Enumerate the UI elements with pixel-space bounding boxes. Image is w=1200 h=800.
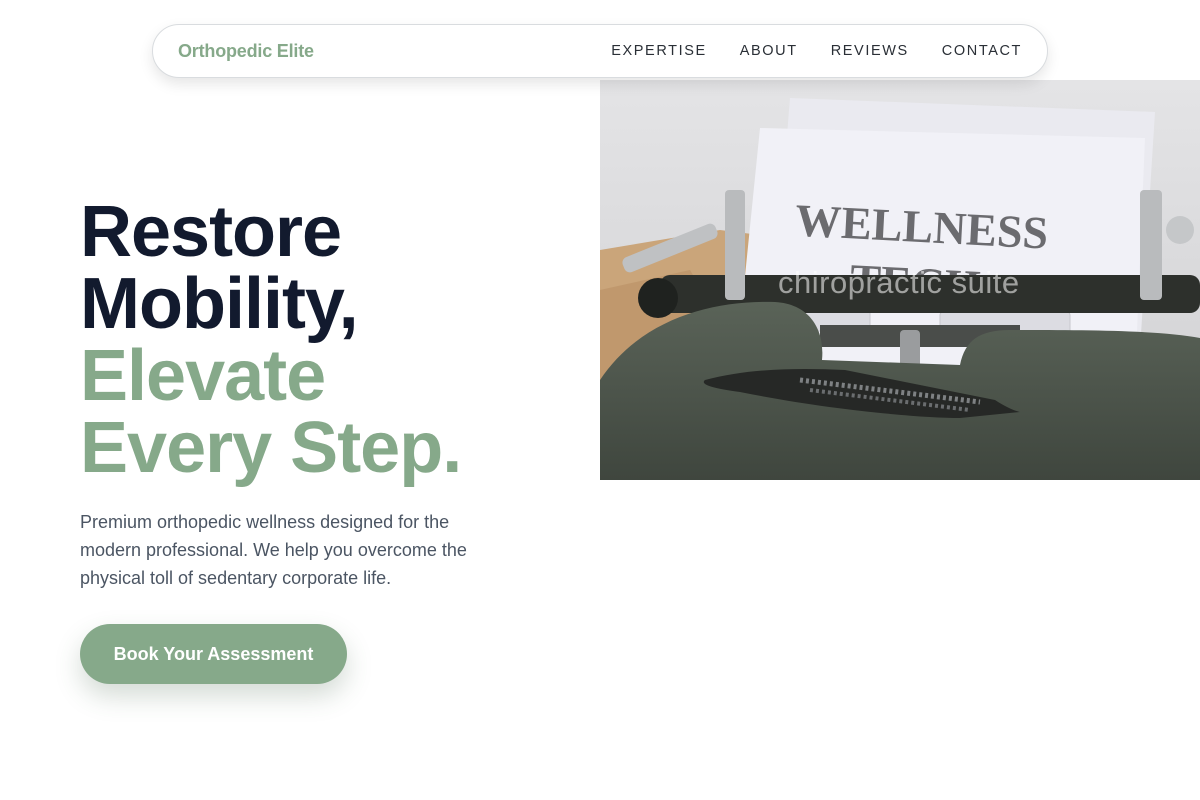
hero-headline: Restore Mobility, Elevate Every Step. <box>80 196 580 484</box>
nav-link-contact[interactable]: CONTACT <box>942 43 1022 59</box>
book-assessment-button[interactable]: Book Your Assessment <box>80 624 347 684</box>
nav-link-about[interactable]: ABOUT <box>740 43 798 59</box>
headline-line-mobility: Mobility, <box>80 264 359 344</box>
brand-logo-link[interactable]: Orthopedic Elite <box>178 41 314 62</box>
hero-image: WELLNESS TECH chiropractic suite <box>600 80 1200 480</box>
nav-link-expertise[interactable]: EXPERTISE <box>611 43 707 59</box>
hero-description: Premium orthopedic wellness designed for… <box>80 512 467 588</box>
nav-link-reviews[interactable]: REVIEWS <box>831 43 909 59</box>
headline-line-every-step: Every Step. <box>80 408 462 488</box>
headline-line-elevate: Elevate <box>80 336 326 416</box>
headline-line-restore: Restore <box>80 192 342 272</box>
image-watermark: chiropractic suite <box>778 265 1020 300</box>
top-navigation: Orthopedic Elite EXPERTISE ABOUT REVIEWS… <box>152 24 1048 78</box>
nav-links: EXPERTISE ABOUT REVIEWS CONTACT <box>611 43 1022 59</box>
page: Orthopedic Elite EXPERTISE ABOUT REVIEWS… <box>0 0 1200 800</box>
